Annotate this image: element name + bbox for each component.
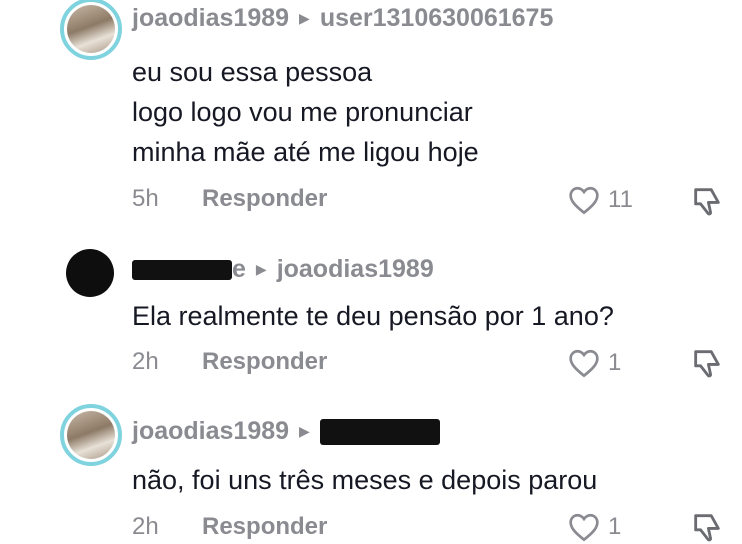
comment-line: Ela realmente te deu pensão por 1 ano? xyxy=(132,301,614,331)
like-count: 1 xyxy=(608,513,622,540)
like-button[interactable]: 11 xyxy=(568,185,633,215)
thumbs-down-icon[interactable] xyxy=(690,346,724,380)
heart-outline-icon xyxy=(569,513,599,542)
comment-meta: 5h Responder xyxy=(132,185,327,213)
reply-button[interactable]: Responder xyxy=(202,348,327,376)
caret-right-icon: ▶ xyxy=(299,10,310,26)
like-button[interactable]: 1 xyxy=(568,348,621,378)
avatar-image xyxy=(67,411,115,459)
timestamp: 2h xyxy=(132,513,159,540)
comment-meta: 2h Responder xyxy=(132,513,327,541)
comment-line: eu sou essa pessoa xyxy=(132,57,373,87)
comment-text: eu sou essa pessoa logo logo vou me pron… xyxy=(132,52,479,172)
avatar-image xyxy=(67,5,115,53)
reply-to-username[interactable]: user1310630061675 xyxy=(320,4,554,33)
timestamp: 2h xyxy=(132,348,159,375)
comment-header: joaodias1989 ▶ user1310630061675 xyxy=(132,4,553,33)
username[interactable]: joaodias1989 xyxy=(132,417,289,446)
reply-button[interactable]: Responder xyxy=(202,513,327,541)
caret-right-icon: ▶ xyxy=(299,423,310,439)
comment-line: logo logo vou me pronunciar xyxy=(132,97,473,127)
thumbs-down-icon[interactable] xyxy=(690,184,724,218)
avatar[interactable] xyxy=(60,404,122,466)
comment-line: minha mãe até me ligou hoje xyxy=(132,137,479,167)
like-count: 1 xyxy=(608,349,622,376)
username-suffix: e xyxy=(232,255,246,283)
comment-text: não, foi uns três meses e depois parou xyxy=(132,460,597,500)
avatar[interactable] xyxy=(60,0,122,60)
comment-text: Ela realmente te deu pensão por 1 ano? xyxy=(132,296,614,336)
heart-outline-icon xyxy=(569,186,599,215)
redacted-username xyxy=(319,418,440,445)
thumbs-down-icon[interactable] xyxy=(690,510,724,544)
reply-button[interactable]: Responder xyxy=(202,185,327,213)
like-button[interactable]: 1 xyxy=(568,512,621,542)
timestamp: 5h xyxy=(132,185,159,212)
comment-header: e ▶ joaodias1989 xyxy=(132,255,434,284)
redacted-username xyxy=(132,259,232,280)
heart-outline-icon xyxy=(569,349,599,378)
like-count: 11 xyxy=(608,186,633,213)
avatar[interactable] xyxy=(66,249,114,297)
comment-header: joaodias1989 ▶ xyxy=(132,417,440,446)
comment-meta: 2h Responder xyxy=(132,348,327,376)
username[interactable]: joaodias1989 xyxy=(132,4,289,33)
comment-line: não, foi uns três meses e depois parou xyxy=(132,465,598,495)
caret-right-icon: ▶ xyxy=(255,261,267,277)
reply-to-username[interactable]: joaodias1989 xyxy=(277,255,434,284)
